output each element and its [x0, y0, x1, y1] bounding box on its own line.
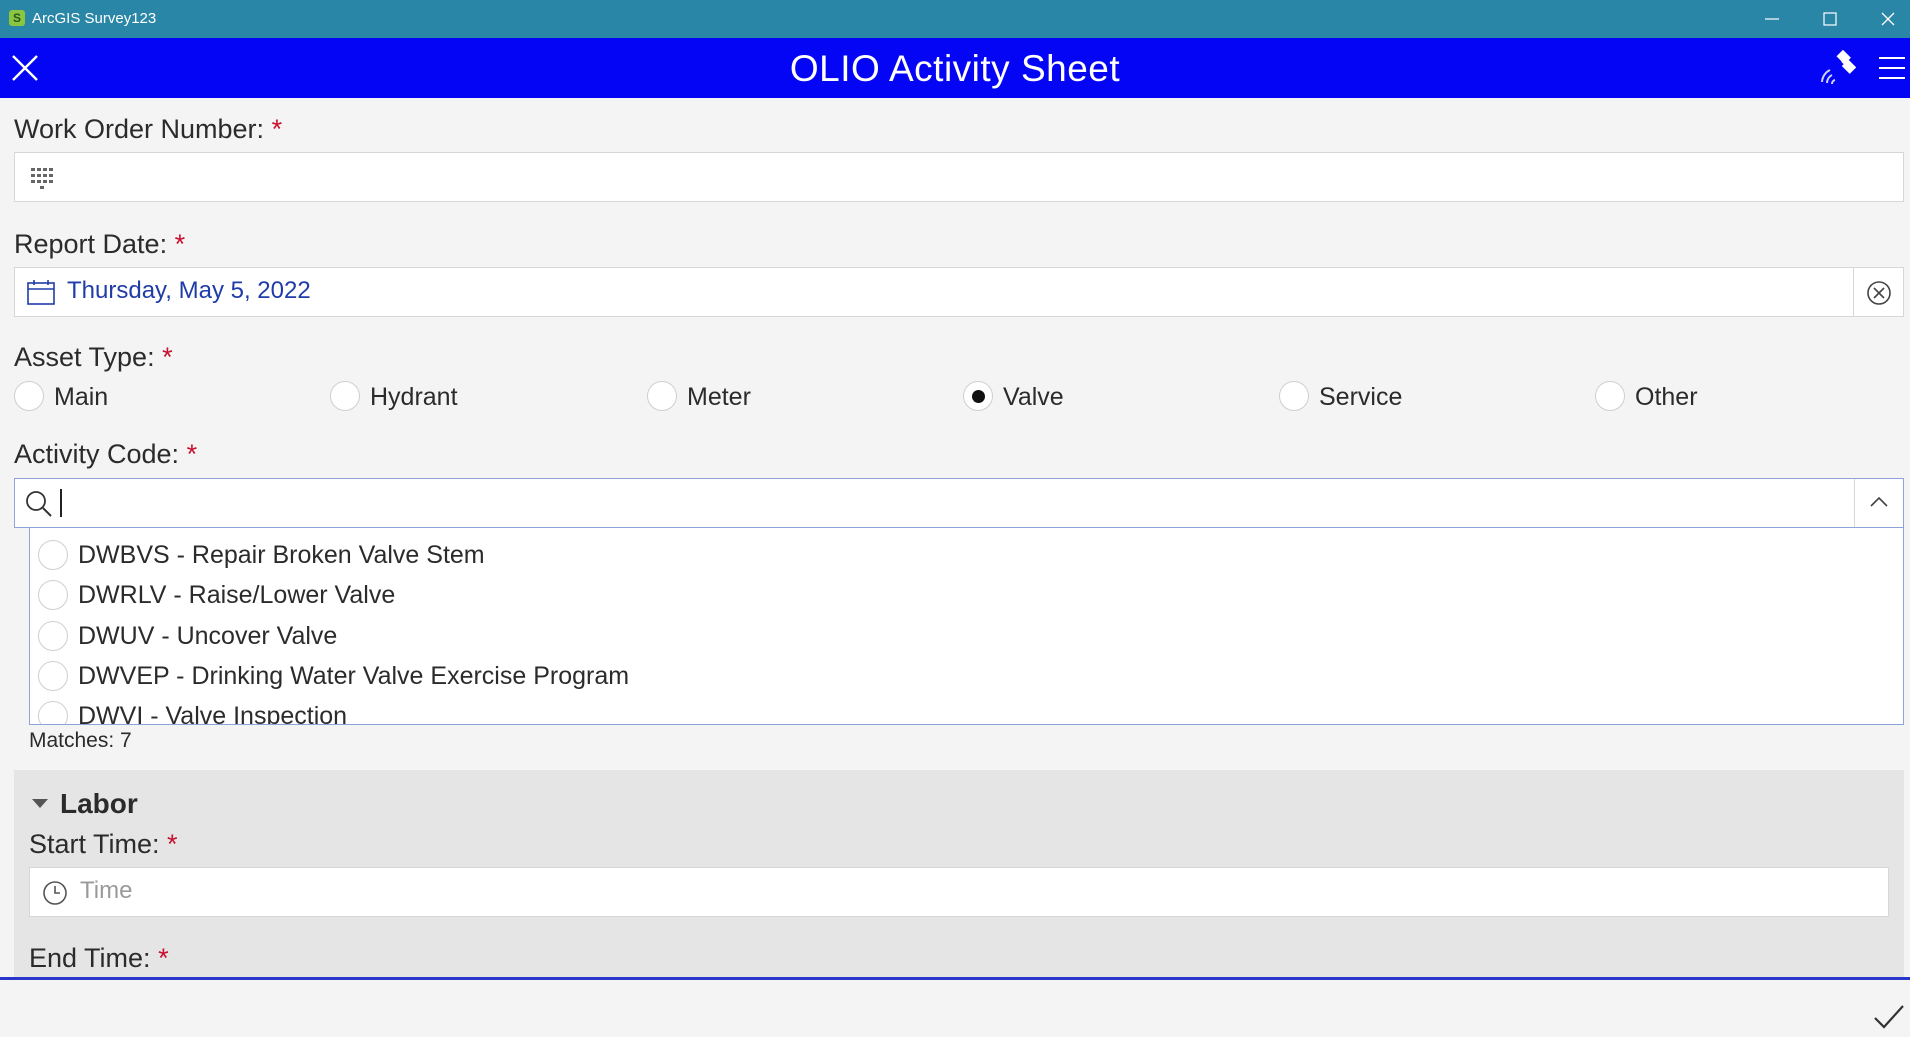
- radio-label: Other: [1635, 383, 1698, 411]
- gps-satellite-icon: [1821, 49, 1857, 85]
- required-marker: *: [174, 229, 186, 259]
- work-order-input[interactable]: [14, 152, 1904, 202]
- window-titlebar: S ArcGIS Survey123: [0, 0, 1910, 38]
- radio-button[interactable]: [14, 381, 44, 411]
- required-marker: *: [158, 943, 169, 973]
- option-label: DWRLV - Raise/Lower Valve: [78, 581, 396, 609]
- radio-label: Service: [1319, 383, 1403, 411]
- asset-type-label-text: Asset Type:: [14, 342, 155, 372]
- required-marker: *: [186, 439, 198, 469]
- radio-button-selected[interactable]: [963, 381, 993, 411]
- survey123-app-icon: S: [9, 10, 25, 26]
- radio-button[interactable]: [38, 540, 68, 570]
- radio-button[interactable]: [647, 381, 677, 411]
- start-time-label: Start Time: *: [29, 829, 178, 860]
- required-marker: *: [271, 114, 283, 144]
- text-cursor: [60, 489, 62, 517]
- checkmark-icon: [1874, 1005, 1904, 1029]
- radio-label: Hydrant: [370, 383, 458, 411]
- option-label: DWVEP - Drinking Water Valve Exercise Pr…: [78, 662, 630, 690]
- end-time-label: End Time: *: [29, 943, 169, 974]
- hamburger-menu-icon: [1879, 57, 1905, 79]
- collapse-triangle-icon[interactable]: [32, 799, 48, 808]
- matches-count: Matches: 7: [29, 729, 132, 752]
- minimize-icon: [1765, 18, 1779, 20]
- report-date-value: Thursday, May 5, 2022: [67, 277, 311, 304]
- radio-label: Main: [54, 383, 109, 411]
- activity-code-label: Activity Code: *: [14, 439, 197, 470]
- option-label: DWUV - Uncover Valve: [78, 622, 338, 650]
- radio-button[interactable]: [330, 381, 360, 411]
- asset-type-label: Asset Type: *: [14, 342, 173, 373]
- numeric-keypad-icon: [31, 168, 53, 189]
- report-date-field[interactable]: Thursday, May 5, 2022: [14, 267, 1854, 317]
- gps-button[interactable]: [1818, 49, 1858, 86]
- radio-button[interactable]: [1595, 381, 1625, 411]
- work-order-label-text: Work Order Number:: [14, 114, 265, 144]
- report-date-label: Report Date: *: [14, 229, 185, 260]
- radio-button[interactable]: [1279, 381, 1309, 411]
- time-placeholder: Time: [80, 877, 133, 904]
- report-date-label-text: Report Date:: [14, 229, 168, 259]
- minimize-button[interactable]: [1743, 4, 1801, 34]
- radio-button[interactable]: [38, 701, 68, 724]
- option-label: DWVI - Valve Inspection: [78, 702, 348, 725]
- activity-code-label-text: Activity Code:: [14, 439, 180, 469]
- page-title: OLIO Activity Sheet: [789, 48, 1121, 89]
- radio-label: Meter: [687, 383, 751, 411]
- calendar-icon: [27, 280, 55, 305]
- required-marker: *: [162, 342, 173, 372]
- activity-code-search-input[interactable]: [14, 478, 1904, 528]
- work-order-label: Work Order Number: *: [14, 114, 282, 145]
- clear-date-button[interactable]: [1853, 267, 1904, 317]
- chevron-up-icon: [1870, 496, 1888, 507]
- radio-button[interactable]: [38, 661, 68, 691]
- survey-footer: [0, 977, 1910, 1035]
- maximize-button[interactable]: [1801, 4, 1859, 34]
- window-title: ArcGIS Survey123: [32, 10, 157, 27]
- required-marker: *: [167, 829, 178, 859]
- collapse-list-button[interactable]: [1854, 479, 1903, 527]
- window-close-icon: [1881, 12, 1895, 26]
- radio-button[interactable]: [38, 621, 68, 651]
- radio-button[interactable]: [38, 580, 68, 610]
- start-time-label-text: Start Time:: [29, 829, 160, 859]
- start-time-input[interactable]: Time: [29, 867, 1889, 917]
- maximize-icon: [1823, 12, 1837, 26]
- radio-label: Valve: [1003, 383, 1064, 411]
- survey-header: OLIO Activity Sheet: [0, 38, 1910, 98]
- option-label: DWBVS - Repair Broken Valve Stem: [78, 541, 485, 569]
- clear-circle-icon: [1867, 281, 1891, 305]
- search-icon: [26, 491, 52, 517]
- submit-button[interactable]: [1872, 998, 1906, 1032]
- labor-group-title[interactable]: Labor: [60, 788, 138, 820]
- activity-code-options-list[interactable]: DWBVS - Repair Broken Valve Stem DWRLV -…: [29, 528, 1904, 725]
- menu-button[interactable]: [1876, 52, 1908, 84]
- end-time-label-text: End Time:: [29, 943, 151, 973]
- window-close-button[interactable]: [1859, 4, 1910, 34]
- clock-icon: [43, 881, 67, 905]
